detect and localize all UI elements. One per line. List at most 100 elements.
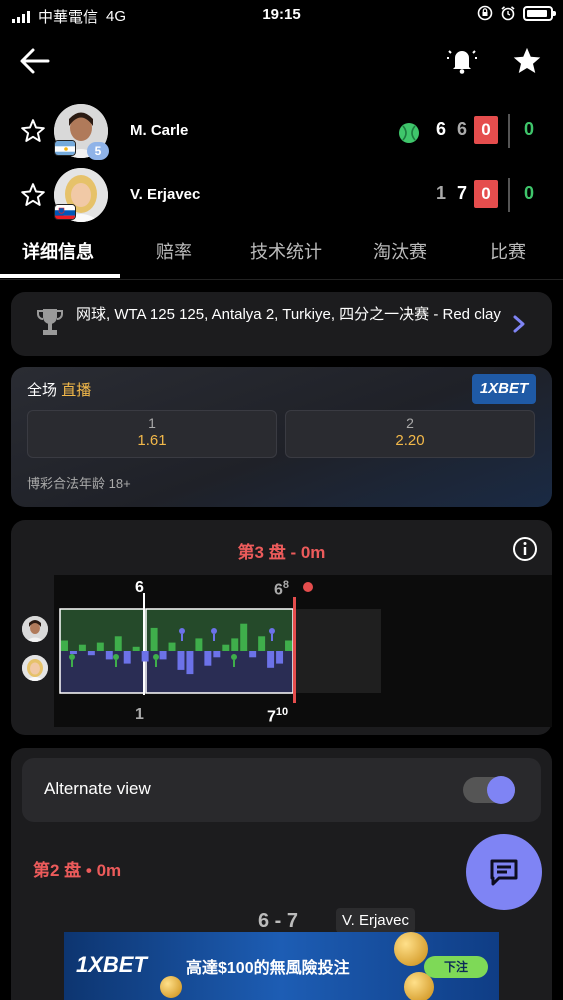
momentum-bar [123, 651, 131, 664]
odds-header: 全场 直播 [27, 379, 91, 400]
player-1-mini-avatar [22, 616, 48, 642]
info-icon[interactable] [512, 536, 538, 562]
player-2-points: 0 [524, 183, 535, 203]
momentum-bar [267, 651, 275, 668]
chat-icon [490, 859, 518, 886]
orientation-lock-icon [477, 5, 493, 21]
momentum-top-area [60, 609, 293, 651]
tab-details[interactable]: 详细信息 [22, 238, 94, 264]
momentum-bar [240, 623, 248, 651]
momentum-bar [276, 651, 284, 664]
momentum-bar [87, 651, 95, 656]
momentum-chart [59, 582, 381, 703]
set-2-score: 6 - 7 [258, 910, 299, 932]
momentum-bar [168, 642, 176, 651]
momentum-future-area [293, 609, 381, 693]
momentum-bar [69, 651, 77, 654]
momentum-bar [61, 640, 68, 651]
break-marker-icon [69, 654, 75, 660]
player-2-mini-avatar [22, 655, 48, 681]
chevron-right-icon[interactable] [512, 314, 526, 334]
status-right [477, 5, 556, 21]
break-marker-icon [231, 654, 237, 660]
break-marker-icon [153, 654, 159, 660]
ad-cta-button[interactable]: 下注 [424, 956, 488, 978]
active-tab-indicator [0, 274, 120, 278]
serving-ball-icon [399, 123, 419, 143]
momentum-bar [186, 651, 194, 675]
momentum-bar [231, 638, 239, 651]
player-2-set1: 1 [436, 183, 447, 203]
player-1-set2: 6 [457, 119, 468, 139]
player-2-name[interactable]: V. Erjavec [130, 186, 200, 203]
score-divider [508, 178, 510, 212]
momentum-bar [159, 651, 167, 660]
odds-option-key: 1 [148, 415, 156, 431]
follow-star-icon[interactable] [20, 118, 46, 144]
odds-option-away[interactable]: 2 2.20 [285, 410, 535, 458]
tournament-card[interactable]: 网球, WTA 125 125, Antalya 2, Turkiye, 四分之… [11, 292, 552, 356]
alarm-icon [501, 6, 515, 21]
break-marker-icon [179, 628, 185, 634]
back-arrow-icon[interactable] [18, 46, 52, 76]
momentum-bar [213, 651, 221, 658]
momentum-card: 第3 盘 - 0m 6 68 1 710 [11, 520, 552, 735]
momentum-bar [114, 636, 122, 651]
argentina-flag-icon [54, 140, 76, 156]
tab-matches[interactable]: 比赛 [490, 238, 526, 264]
follow-star-icon[interactable] [20, 182, 46, 208]
bell-alert-icon[interactable] [446, 44, 478, 76]
momentum-bottom-area [60, 651, 293, 693]
break-marker-icon [113, 654, 119, 660]
momentum-bar [141, 651, 149, 662]
bookmaker-logo[interactable]: 1XBET [472, 374, 536, 404]
slovenia-flag-icon [54, 204, 76, 220]
player-row-1[interactable]: 5 M. Carle 6 6 0 0 [0, 102, 563, 162]
momentum-bar [222, 644, 230, 651]
favorite-star-icon[interactable] [512, 46, 542, 76]
odds-option-key: 2 [406, 415, 414, 431]
seed-badge: 5 [87, 142, 109, 160]
break-marker-icon [269, 628, 275, 634]
player-2-game: 0 [474, 180, 498, 208]
battery-icon [523, 5, 556, 21]
tab-bar: 详细信息 赔率 技术统计 淘汰赛 比赛 [0, 228, 563, 280]
live-position-line [293, 597, 296, 703]
tab-knockout[interactable]: 淘汰赛 [373, 238, 427, 264]
odds-option-value: 1.61 [137, 432, 167, 449]
odds-option-home[interactable]: 1 1.61 [27, 410, 277, 458]
legal-age-note: 博彩合法年龄 18+ [27, 476, 131, 491]
player-1-set1: 6 [436, 119, 447, 139]
chat-button[interactable] [466, 834, 542, 910]
player-2-set2: 7 [457, 183, 468, 203]
momentum-bar [285, 640, 292, 651]
set-2-title: 第2 盘 • 0m [33, 861, 122, 880]
momentum-bar [258, 636, 266, 651]
momentum-bar [132, 646, 140, 651]
break-marker-icon [211, 628, 217, 634]
momentum-bar [96, 642, 104, 651]
player-row-2[interactable]: V. Erjavec 1 7 0 0 [0, 166, 563, 226]
momentum-bar [105, 651, 113, 660]
alternate-view-row[interactable]: Alternate view [22, 758, 541, 822]
live-dot [303, 582, 313, 592]
alternate-view-label: Alternate view [44, 779, 151, 798]
top-nav [0, 36, 563, 86]
momentum-bar [249, 651, 257, 658]
momentum-bar [204, 651, 212, 666]
tab-statistics[interactable]: 技术统计 [250, 238, 322, 264]
alternate-view-toggle[interactable] [463, 776, 515, 804]
score-divider [508, 114, 510, 148]
odds-card: 全场 直播 1XBET 1 1.61 2 2.20 博彩合法年龄 18+ [11, 367, 552, 507]
player-1-name[interactable]: M. Carle [130, 122, 188, 139]
momentum-graph: 6 68 1 710 [54, 575, 552, 727]
live-label: 直播 [61, 382, 92, 399]
status-bar: 中華電信 4G 19:15 [0, 0, 563, 32]
coin-icon [160, 976, 182, 998]
set-3-title: 第3 盘 - 0m [237, 543, 326, 562]
player-1-game: 0 [474, 116, 498, 144]
player-1-points: 0 [524, 119, 535, 139]
tab-odds[interactable]: 赔率 [156, 238, 192, 264]
ad-banner[interactable]: 1XBET 高達$100的無風險投注 下注 [64, 932, 499, 1000]
trophy-icon [37, 309, 63, 335]
